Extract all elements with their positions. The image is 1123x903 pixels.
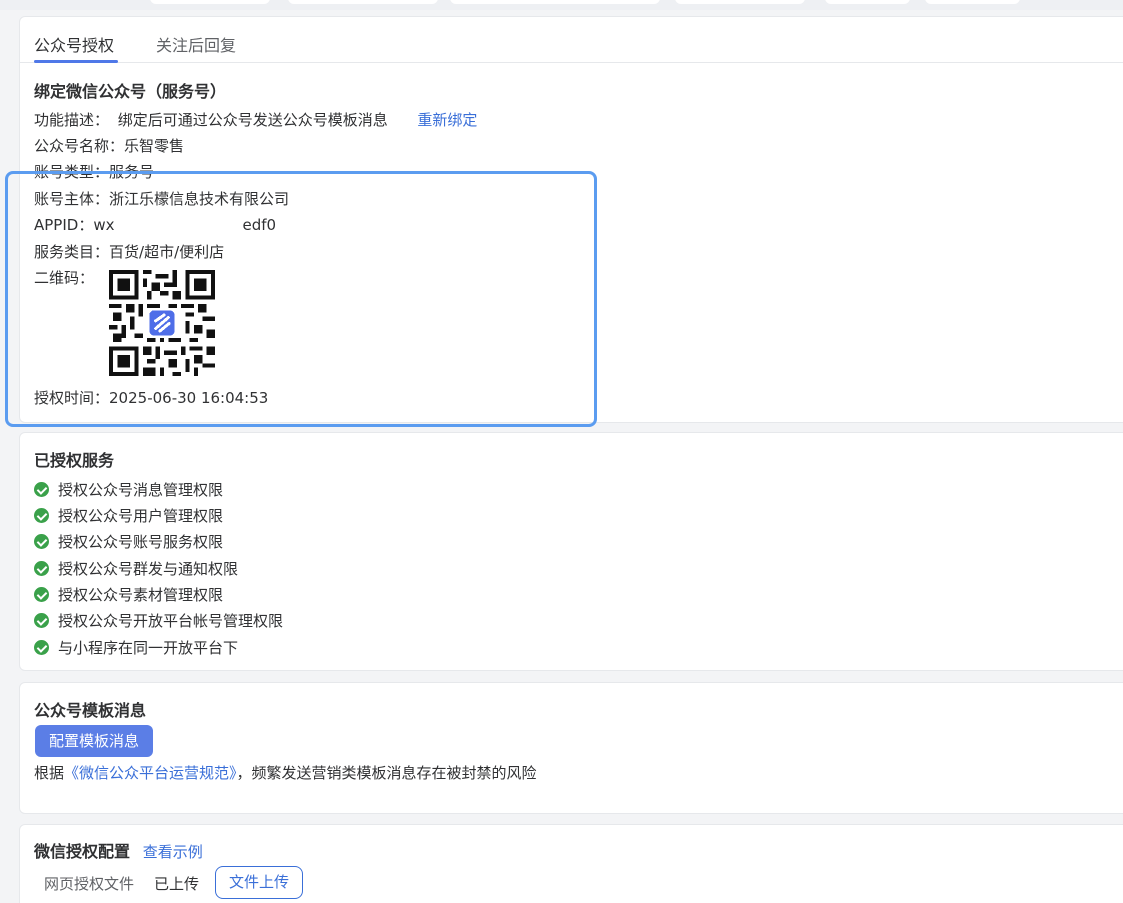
appid-row: APPID：wx edf0 bbox=[34, 214, 276, 235]
auth-time-label: 授权时间： bbox=[34, 389, 110, 407]
check-circle-icon bbox=[34, 587, 49, 602]
type-label: 账号类型： bbox=[34, 163, 110, 181]
service-item: 授权公众号账号服务权限 bbox=[34, 531, 223, 552]
top-tab-strip bbox=[0, 0, 1123, 10]
appid-label: APPID： bbox=[34, 216, 94, 234]
config-template-button[interactable]: 配置模板消息 bbox=[35, 725, 154, 757]
service-item: 授权公众号素材管理权限 bbox=[34, 584, 223, 605]
top-pill bbox=[450, 0, 660, 4]
desc-value: 绑定后可通过公众号发送公众号模板消息 bbox=[117, 111, 388, 129]
category-label: 服务类目： bbox=[34, 243, 110, 261]
file-label: 网页授权文件 bbox=[44, 875, 135, 893]
check-circle-icon bbox=[34, 508, 49, 523]
template-title: 公众号模板消息 bbox=[34, 701, 147, 720]
top-pill bbox=[675, 0, 805, 4]
binding-title: 绑定微信公众号（服务号） bbox=[34, 82, 227, 101]
category-value: 百货/超市/便利店 bbox=[109, 243, 225, 261]
service-item-label: 授权公众号账号服务权限 bbox=[58, 533, 224, 551]
tab-follow-reply[interactable]: 关注后回复 bbox=[156, 32, 236, 56]
check-circle-icon bbox=[34, 613, 49, 628]
service-item-label: 授权公众号消息管理权限 bbox=[58, 481, 224, 499]
service-item: 授权公众号开放平台帐号管理权限 bbox=[34, 610, 283, 631]
services-card: 已授权服务 授权公众号消息管理权限 授权公众号用户管理权限 授权公众号账号服务权… bbox=[19, 432, 1123, 671]
desc-label: 功能描述： bbox=[34, 111, 110, 129]
notice-prefix: 根据 bbox=[34, 764, 65, 782]
owner-label: 账号主体： bbox=[34, 190, 110, 208]
top-pill bbox=[825, 0, 910, 4]
check-circle-icon bbox=[34, 482, 49, 497]
name-label: 公众号名称： bbox=[34, 137, 125, 155]
service-item: 授权公众号消息管理权限 bbox=[34, 479, 223, 500]
tab-active-indicator bbox=[34, 60, 118, 63]
name-row: 公众号名称：乐智零售 bbox=[34, 135, 184, 156]
oauth-header: 微信授权配置 查看示例 bbox=[34, 838, 203, 862]
service-item: 授权公众号群发与通知权限 bbox=[34, 558, 238, 579]
service-item: 与小程序在同一开放平台下 bbox=[34, 637, 238, 658]
top-pill bbox=[288, 0, 438, 4]
type-row: 账号类型：服务号 bbox=[34, 161, 154, 182]
top-pill bbox=[150, 0, 270, 4]
tab-bar: 公众号授权 关注后回复 bbox=[20, 17, 1123, 63]
oauth-title: 微信授权配置 bbox=[34, 842, 131, 861]
services-title: 已授权服务 bbox=[34, 451, 115, 470]
regulation-link[interactable]: 《微信公众平台运营规范》 bbox=[64, 764, 237, 782]
appid-suffix: edf0 bbox=[242, 216, 277, 234]
service-item: 授权公众号用户管理权限 bbox=[34, 505, 223, 526]
service-item-label: 授权公众号用户管理权限 bbox=[58, 507, 224, 525]
view-example-link[interactable]: 查看示例 bbox=[143, 843, 203, 861]
qr-code-icon bbox=[109, 270, 215, 376]
tab-authorization[interactable]: 公众号授权 bbox=[34, 32, 114, 56]
service-item-label: 授权公众号开放平台帐号管理权限 bbox=[58, 612, 284, 630]
service-item-label: 授权公众号素材管理权限 bbox=[58, 586, 224, 604]
notice-suffix: ，频繁发送营销类模板消息存在被封禁的风险 bbox=[236, 764, 537, 782]
qr-label: 二维码： bbox=[34, 269, 95, 287]
category-row: 服务类目：百货/超市/便利店 bbox=[34, 241, 224, 262]
type-value: 服务号 bbox=[109, 163, 155, 181]
owner-row: 账号主体：浙江乐檬信息技术有限公司 bbox=[34, 188, 289, 209]
template-notice: 根据《微信公众平台运营规范》，频繁发送营销类模板消息存在被封禁的风险 bbox=[34, 762, 537, 783]
oauth-card: 微信授权配置 查看示例 网页授权文件 已上传 文件上传 bbox=[19, 824, 1123, 903]
template-card: 公众号模板消息 配置模板消息 根据《微信公众平台运营规范》，频繁发送营销类模板消… bbox=[19, 682, 1123, 814]
service-item-label: 与小程序在同一开放平台下 bbox=[58, 639, 239, 657]
auth-time-value: 2025-06-30 16:04:53 bbox=[109, 389, 269, 407]
binding-card: 公众号授权 关注后回复 绑定微信公众号（服务号） 功能描述： 绑定后可通过公众号… bbox=[19, 16, 1123, 423]
check-circle-icon bbox=[34, 640, 49, 655]
appid-prefix: wx bbox=[93, 216, 115, 234]
name-value: 乐智零售 bbox=[124, 137, 185, 155]
file-upload-button[interactable]: 文件上传 bbox=[215, 866, 304, 899]
file-status: 已上传 bbox=[154, 875, 200, 893]
rebind-link[interactable]: 重新绑定 bbox=[417, 111, 477, 129]
owner-value: 浙江乐檬信息技术有限公司 bbox=[109, 190, 290, 208]
desc-row: 功能描述： 绑定后可通过公众号发送公众号模板消息 重新绑定 bbox=[34, 109, 477, 130]
check-circle-icon bbox=[34, 534, 49, 549]
service-item-label: 授权公众号群发与通知权限 bbox=[58, 560, 239, 578]
auth-time-row: 授权时间：2025-06-30 16:04:53 bbox=[34, 387, 268, 408]
top-pill bbox=[925, 0, 1020, 4]
check-circle-icon bbox=[34, 561, 49, 576]
